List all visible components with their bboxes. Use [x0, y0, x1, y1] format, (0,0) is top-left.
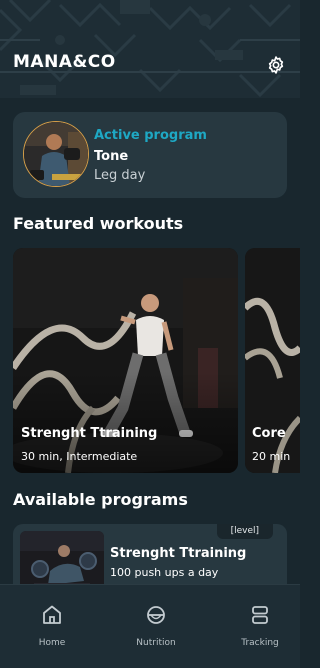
nutrition-bowl-icon — [147, 606, 165, 624]
active-program-name: Tone — [94, 149, 129, 164]
nav-label-tracking: Tracking — [241, 638, 279, 648]
nav-item-nutrition[interactable]: Nutrition — [116, 585, 196, 668]
bottom-navigation: Home Nutrition Tracking — [0, 584, 300, 668]
active-program-avatar — [23, 121, 89, 187]
workout-card-meta: 20 min — [252, 450, 291, 463]
nav-item-home[interactable]: Home — [12, 585, 92, 668]
workout-card-meta: 30 min, Intermediate — [21, 450, 138, 463]
program-subtitle: 100 push ups a day — [110, 566, 219, 579]
settings-button[interactable] — [264, 53, 288, 77]
available-programs-title: Available programs — [13, 490, 188, 509]
workout-card-title: Core — [252, 426, 286, 441]
tribal-pattern-background — [0, 0, 300, 98]
workout-card-title: Strenght Ttraining — [21, 426, 158, 441]
active-program-subtitle: Leg day — [94, 168, 146, 183]
active-program-card[interactable]: Active program Tone Leg day — [13, 112, 287, 198]
nav-label-nutrition: Nutrition — [136, 638, 176, 648]
workout-card-core[interactable]: Core 20 min — [245, 248, 300, 473]
nav-item-tracking[interactable]: Tracking — [220, 585, 300, 668]
workout-card-strength[interactable]: Strenght Ttraining 30 min, Intermediate — [13, 248, 238, 473]
program-level-badge: [level] — [216, 524, 273, 539]
app-header: MANA&CO — [0, 0, 300, 98]
featured-workouts-title: Featured workouts — [13, 214, 184, 233]
program-title: Strenght Ttraining — [110, 546, 247, 561]
active-program-label: Active program — [94, 128, 207, 143]
home-icon — [43, 605, 61, 624]
gear-icon — [268, 56, 284, 74]
tracking-icon — [252, 606, 268, 624]
brand-logo: MANA&CO — [13, 52, 116, 72]
nav-label-home: Home — [38, 638, 66, 648]
